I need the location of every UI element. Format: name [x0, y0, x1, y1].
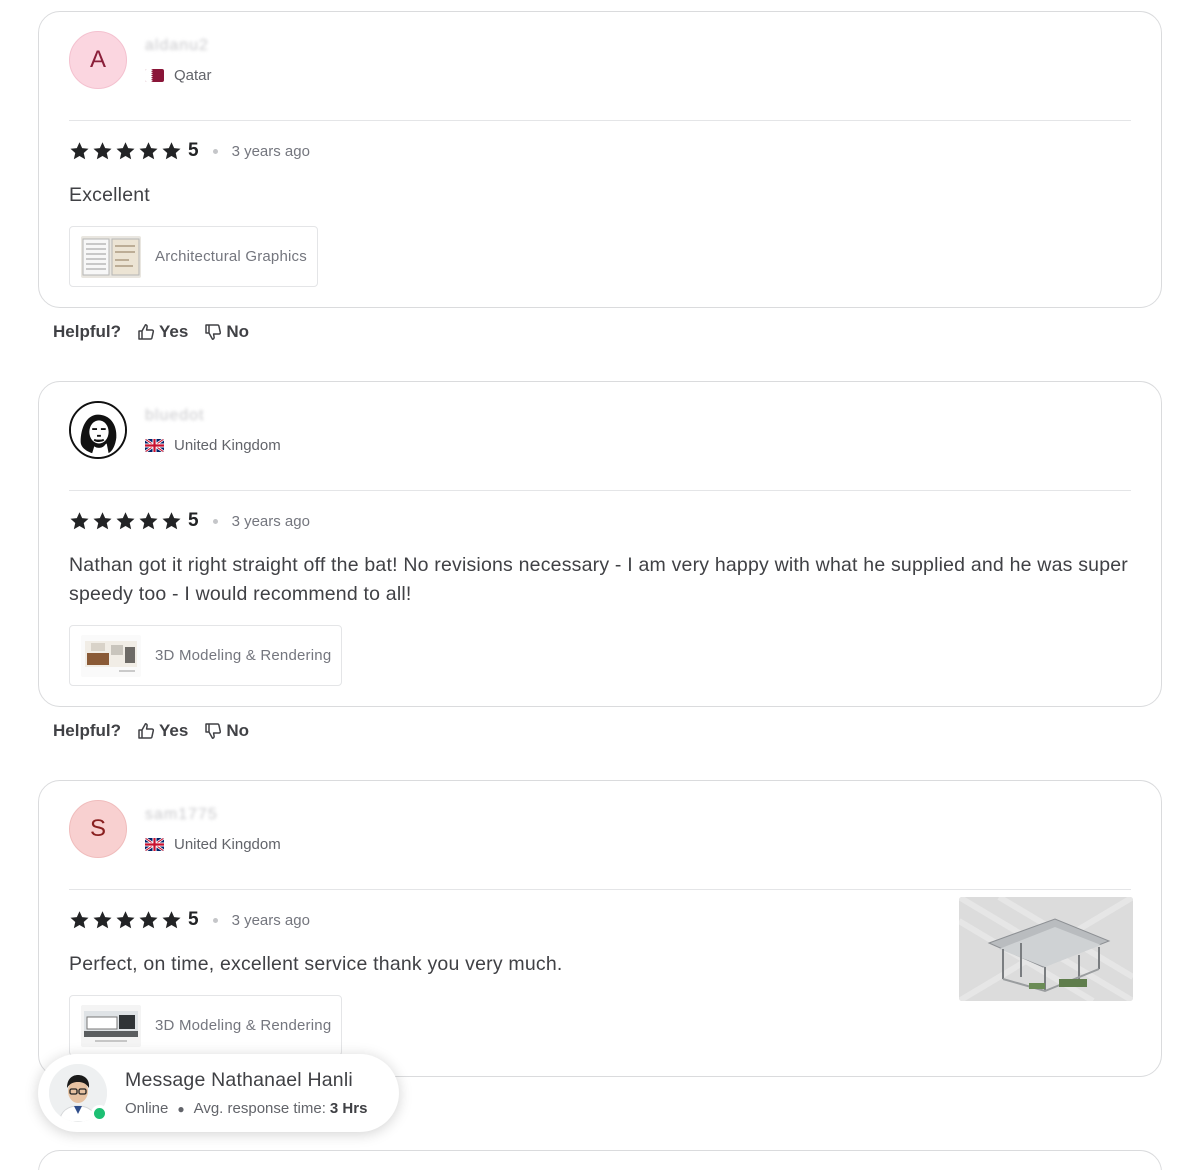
reviewer: A aldanu2 Qatar: [69, 30, 1131, 90]
rating-row: 5 3 years ago: [69, 510, 1131, 531]
divider: [69, 120, 1131, 121]
reviewer-name[interactable]: sam1775: [145, 806, 281, 823]
review-item: A aldanu2 Qatar 5 3 years ago Excellent …: [38, 11, 1162, 342]
seller-status: Online ● Avg. response time: 3 Hrs: [125, 1100, 367, 1117]
star-rating: [69, 910, 182, 930]
review-time: 3 years ago: [231, 512, 310, 530]
star-icon: [139, 911, 158, 929]
review-time: 3 years ago: [231, 911, 310, 929]
country-label: Qatar: [174, 66, 212, 84]
country-label: United Kingdom: [174, 835, 281, 853]
review-text: Excellent: [69, 184, 150, 206]
country-label: United Kingdom: [174, 436, 281, 454]
message-seller-button[interactable]: Message Nathanael Hanli Online ● Avg. re…: [38, 1054, 399, 1132]
online-status-indicator: [91, 1105, 108, 1122]
gig-label: 3D Modeling & Rendering: [155, 647, 332, 664]
star-icon: [116, 142, 135, 160]
reviewer: S sam1775 United Kingdom: [69, 799, 1131, 859]
reviewer-name[interactable]: bluedot: [145, 407, 281, 424]
review-item: bluedot United Kingdom 5 3 years ago Nat…: [38, 381, 1162, 741]
gig-label: Architectural Graphics: [155, 248, 307, 265]
message-seller-title: Message Nathanael Hanli: [125, 1069, 353, 1091]
gig-chip[interactable]: Architectural Graphics: [69, 226, 318, 287]
star-icon: [93, 911, 112, 929]
rating-value: 5: [188, 140, 199, 161]
uk-flag-icon: [145, 837, 164, 851]
helpful-no-button[interactable]: No: [204, 322, 249, 342]
thumbs-down-icon: [205, 324, 222, 340]
review-time: 3 years ago: [231, 142, 310, 160]
review-card: [38, 1150, 1162, 1170]
uk-flag-icon: [145, 438, 164, 452]
avatar-initial: A: [89, 46, 106, 73]
gig-chip[interactable]: 3D Modeling & Rendering: [69, 995, 343, 1056]
review-item: S sam1775 United Kingdom 5 3 years ago P…: [38, 780, 1162, 1077]
separator-dot: [212, 148, 218, 154]
thumbs-down-icon: [205, 723, 222, 739]
helpful-row: Helpful? Yes No: [53, 721, 1162, 741]
star-icon: [70, 512, 89, 530]
review-card: A aldanu2 Qatar 5 3 years ago Excellent …: [38, 11, 1162, 308]
star-icon: [116, 512, 135, 530]
star-icon: [70, 142, 89, 160]
review-card: S sam1775 United Kingdom 5 3 years ago P…: [38, 780, 1162, 1077]
response-time-label: Avg. response time:: [193, 1100, 326, 1117]
star-icon: [93, 142, 112, 160]
avatar[interactable]: S: [69, 800, 127, 858]
star-rating: [69, 141, 182, 161]
star-icon: [162, 142, 181, 160]
review-card: bluedot United Kingdom 5 3 years ago Nat…: [38, 381, 1162, 707]
review-text: Nathan got it right straight off the bat…: [69, 554, 1128, 605]
reviewer-country: United Kingdom: [145, 437, 281, 454]
star-icon: [139, 142, 158, 160]
gig-chip[interactable]: 3D Modeling & Rendering: [69, 625, 343, 686]
reviewer: bluedot United Kingdom: [69, 400, 1131, 460]
avatar[interactable]: A: [69, 31, 127, 89]
helpful-row: Helpful? Yes No: [53, 322, 1162, 342]
gig-thumbnail: [81, 1004, 141, 1047]
helpful-label: Helpful?: [53, 322, 121, 341]
star-icon: [116, 911, 135, 929]
gig-label: 3D Modeling & Rendering: [155, 1017, 332, 1034]
reviewer-name[interactable]: aldanu2: [145, 37, 212, 54]
yes-label: Yes: [159, 721, 189, 740]
seller-avatar: [49, 1064, 108, 1122]
helpful-no-button[interactable]: No: [204, 721, 249, 741]
online-status-label: Online: [125, 1100, 169, 1117]
star-icon: [162, 512, 181, 530]
thumbs-up-icon: [138, 723, 155, 739]
divider: [69, 889, 1131, 890]
no-label: No: [226, 721, 249, 740]
no-label: No: [226, 322, 249, 341]
rating-value: 5: [188, 510, 199, 531]
rating-value: 5: [188, 909, 199, 930]
response-time-value: 3 Hrs: [329, 1100, 368, 1117]
avatar-initial: S: [89, 815, 106, 842]
avatar[interactable]: [69, 401, 127, 459]
separator-dot: [212, 917, 218, 923]
helpful-yes-button[interactable]: Yes: [137, 721, 188, 741]
rating-row: 5 3 years ago: [69, 140, 1131, 161]
reviewer-country: United Kingdom: [145, 836, 281, 853]
separator-dot: ●: [177, 1101, 185, 1116]
separator-dot: [212, 518, 218, 524]
divider: [69, 490, 1131, 491]
star-icon: [70, 911, 89, 929]
qatar-flag-icon: [145, 68, 164, 82]
gig-thumbnail: [81, 634, 141, 677]
star-rating: [69, 511, 182, 531]
thumbs-up-icon: [138, 324, 155, 340]
gig-thumbnail: [81, 235, 141, 278]
star-icon: [139, 512, 158, 530]
helpful-label: Helpful?: [53, 721, 121, 740]
helpful-yes-button[interactable]: Yes: [137, 322, 188, 342]
review-attachment-image[interactable]: [959, 897, 1133, 1001]
reviewer-country: Qatar: [145, 67, 212, 84]
yes-label: Yes: [159, 322, 189, 341]
star-icon: [93, 512, 112, 530]
star-icon: [162, 911, 181, 929]
